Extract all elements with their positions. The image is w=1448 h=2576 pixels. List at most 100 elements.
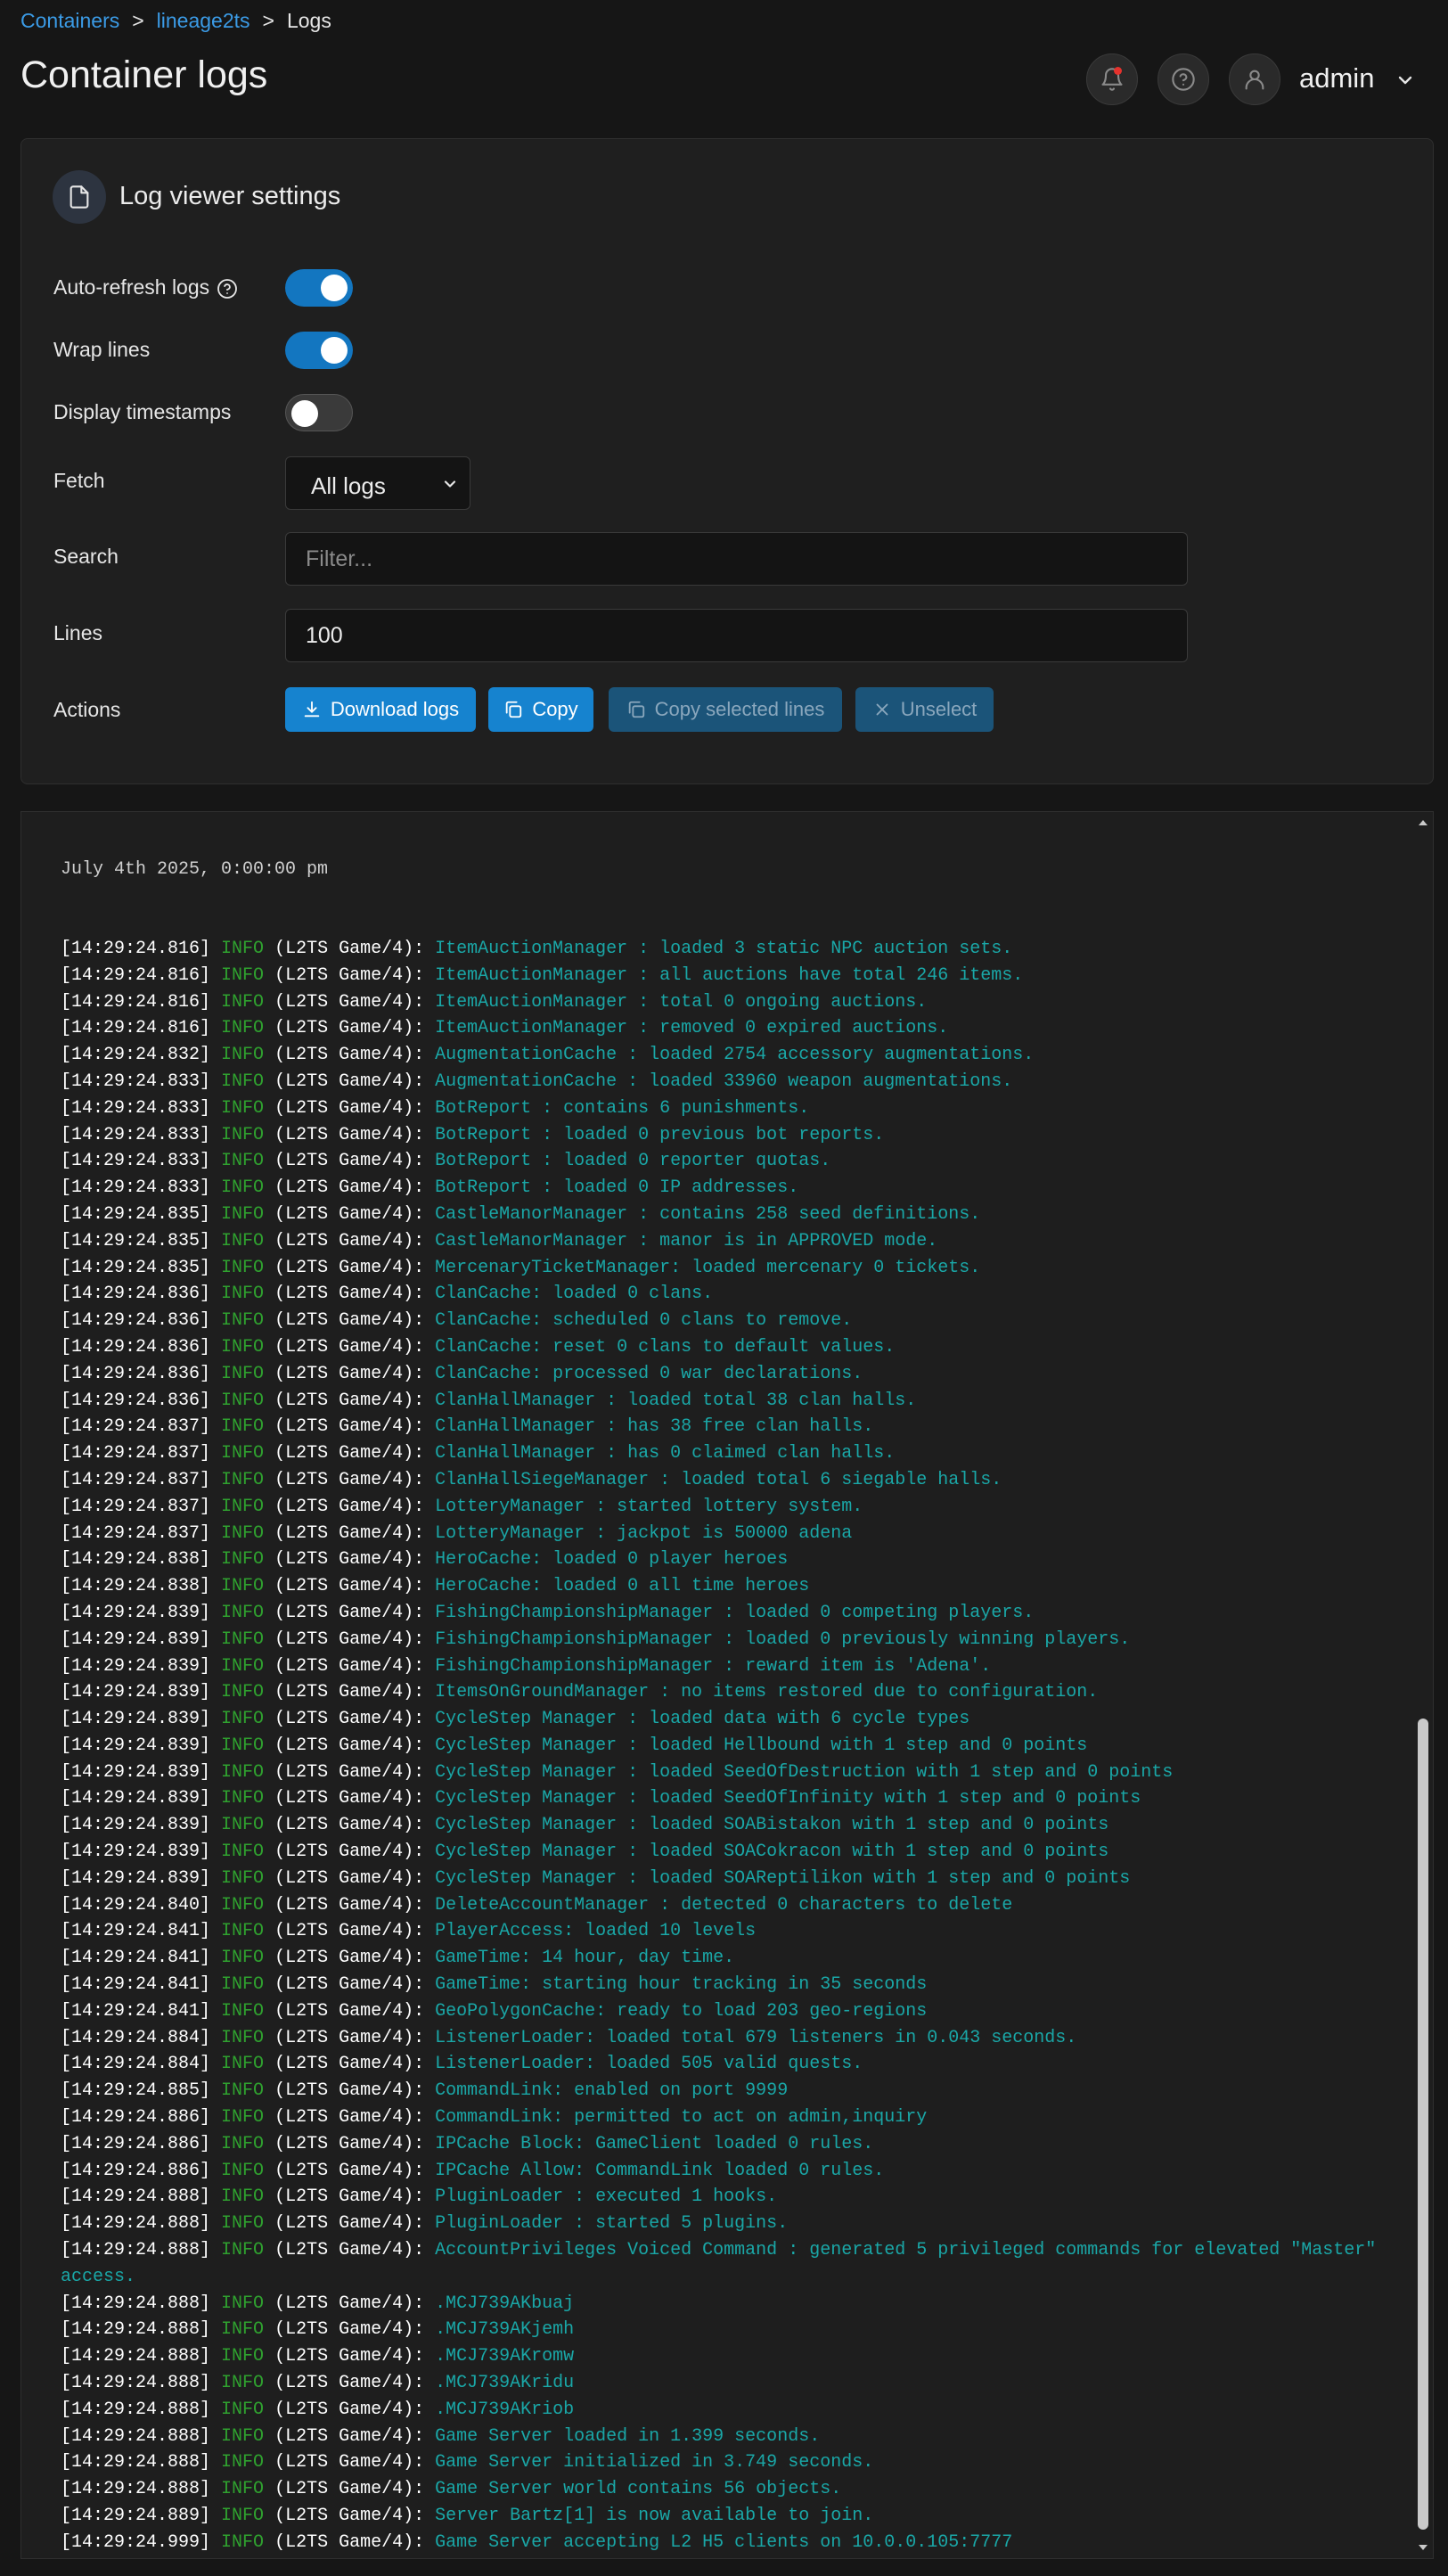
log-line[interactable]: [14:29:24.837] INFO (L2TS Game/4): ClanH…: [61, 1440, 1397, 1467]
log-line[interactable]: [14:29:24.841] INFO (L2TS Game/4): Playe…: [61, 1918, 1397, 1945]
notifications-button[interactable]: [1086, 53, 1138, 105]
log-line[interactable]: [14:29:24.839] INFO (L2TS Game/4): Cycle…: [61, 1760, 1397, 1786]
log-message: CycleStep Manager : loaded SOABistakon w…: [435, 1815, 1109, 1836]
log-line[interactable]: [14:29:24.888] INFO (L2TS Game/4): Game …: [61, 2424, 1397, 2450]
chevron-down-icon[interactable]: [1395, 70, 1416, 91]
copy-icon: [628, 701, 644, 718]
log-line[interactable]: [14:29:24.833] INFO (L2TS Game/4): BotRe…: [61, 1095, 1397, 1122]
log-line[interactable]: [14:29:24.841] INFO (L2TS Game/4): GameT…: [61, 1972, 1397, 1998]
log-message: CommandLink: enabled on port 9999: [435, 2080, 789, 2102]
log-line[interactable]: [14:29:24.841] INFO (L2TS Game/4): GameT…: [61, 1945, 1397, 1972]
log-level: INFO: [221, 1310, 265, 1332]
log-message: BotReport : loaded 0 previous bot report…: [435, 1124, 885, 1145]
log-level: INFO: [221, 1549, 265, 1571]
auto-refresh-toggle[interactable]: [285, 269, 353, 307]
log-line[interactable]: [14:29:24.888] INFO (L2TS Game/4): .MCJ7…: [61, 2317, 1397, 2343]
log-level: INFO: [221, 1177, 265, 1199]
log-line[interactable]: [14:29:24.835] INFO (L2TS Game/4): Castl…: [61, 1202, 1397, 1228]
log-line[interactable]: [14:29:24.837] INFO (L2TS Game/4): ClanH…: [61, 1467, 1397, 1494]
wrap-lines-toggle[interactable]: [285, 332, 353, 369]
unselect-button[interactable]: Unselect: [855, 687, 994, 732]
log-line[interactable]: [14:29:24.839] INFO (L2TS Game/4): Cycle…: [61, 1706, 1397, 1733]
log-timestamp: [14:29:24.837]: [61, 1496, 211, 1517]
download-logs-button[interactable]: Download logs: [285, 687, 476, 732]
breadcrumb-link-containers[interactable]: Containers: [20, 9, 119, 32]
log-line[interactable]: [14:29:24.839] INFO (L2TS Game/4): Cycle…: [61, 1812, 1397, 1839]
log-line[interactable]: [14:29:24.886] INFO (L2TS Game/4): IPCac…: [61, 2158, 1397, 2185]
log-line[interactable]: [14:29:24.836] INFO (L2TS Game/4): ClanC…: [61, 1308, 1397, 1334]
log-line[interactable]: [14:29:24.837] INFO (L2TS Game/4): Lotte…: [61, 1494, 1397, 1521]
log-line[interactable]: [14:29:24.886] INFO (L2TS Game/4): Comma…: [61, 2104, 1397, 2131]
scroll-down-arrow-icon[interactable]: [1416, 2540, 1430, 2555]
fetch-select[interactable]: All logs: [285, 456, 470, 510]
lines-input[interactable]: [285, 609, 1188, 662]
log-line[interactable]: [14:29:24.839] INFO (L2TS Game/4): Cycle…: [61, 1733, 1397, 1760]
log-line[interactable]: [14:29:24.816] INFO (L2TS Game/4): ItemA…: [61, 963, 1397, 989]
log-line[interactable]: [14:29:24.837] INFO (L2TS Game/4): Lotte…: [61, 1521, 1397, 1547]
log-line[interactable]: [14:29:24.833] INFO (L2TS Game/4): BotRe…: [61, 1175, 1397, 1202]
log-line[interactable]: [14:29:24.884] INFO (L2TS Game/4): Liste…: [61, 2051, 1397, 2078]
log-line[interactable]: [14:29:24.888] INFO (L2TS Game/4): .MCJ7…: [61, 2397, 1397, 2424]
log-line[interactable]: [14:29:24.839] INFO (L2TS Game/4): Fishi…: [61, 1627, 1397, 1653]
page-title: Container logs: [20, 53, 268, 96]
log-line[interactable]: [14:29:24.888] INFO (L2TS Game/4): Game …: [61, 2449, 1397, 2476]
log-source: (L2TS Game/4):: [274, 1522, 425, 1544]
log-line[interactable]: [14:29:24.835] INFO (L2TS Game/4): Castl…: [61, 1228, 1397, 1255]
log-timestamp: [14:29:24.888]: [61, 2373, 211, 2394]
log-line[interactable]: [14:29:24.888] INFO (L2TS Game/4): Plugi…: [61, 2211, 1397, 2237]
log-line[interactable]: [14:29:24.889] INFO (L2TS Game/4): Serve…: [61, 2503, 1397, 2530]
log-scrollbar[interactable]: [1413, 812, 1433, 2558]
search-input[interactable]: [285, 532, 1188, 586]
log-line[interactable]: [14:29:24.888] INFO (L2TS Game/4): .MCJ7…: [61, 2370, 1397, 2397]
copy-selected-lines-button[interactable]: Copy selected lines: [609, 687, 842, 732]
log-output[interactable]: July 4th 2025, 0:00:00 pm [14:29:24.816]…: [20, 811, 1434, 2559]
log-line[interactable]: [14:29:24.833] INFO (L2TS Game/4): BotRe…: [61, 1148, 1397, 1175]
log-line[interactable]: [14:29:24.840] INFO (L2TS Game/4): Delet…: [61, 1892, 1397, 1919]
log-line[interactable]: [14:29:24.836] INFO (L2TS Game/4): ClanC…: [61, 1361, 1397, 1388]
log-line[interactable]: [14:29:24.816] INFO (L2TS Game/4): ItemA…: [61, 989, 1397, 1016]
log-timestamp: [14:29:24.839]: [61, 1709, 211, 1730]
wrap-lines-label: Wrap lines: [53, 338, 151, 361]
log-line[interactable]: [14:29:24.888] INFO (L2TS Game/4): .MCJ7…: [61, 2291, 1397, 2318]
user-name[interactable]: admin: [1299, 62, 1374, 94]
log-line[interactable]: [14:29:24.838] INFO (L2TS Game/4): HeroC…: [61, 1546, 1397, 1573]
log-line[interactable]: [14:29:24.885] INFO (L2TS Game/4): Comma…: [61, 2078, 1397, 2104]
log-line[interactable]: [14:29:24.884] INFO (L2TS Game/4): Liste…: [61, 2025, 1397, 2052]
log-line[interactable]: [14:29:24.886] INFO (L2TS Game/4): IPCac…: [61, 2131, 1397, 2158]
log-line[interactable]: [14:29:24.888] INFO (L2TS Game/4): .MCJ7…: [61, 2343, 1397, 2370]
log-line[interactable]: [14:29:24.832] INFO (L2TS Game/4): Augme…: [61, 1042, 1397, 1069]
log-line[interactable]: [14:29:24.888] INFO (L2TS Game/4): Accou…: [61, 2237, 1397, 2291]
log-line[interactable]: [14:29:24.833] INFO (L2TS Game/4): BotRe…: [61, 1122, 1397, 1149]
log-line[interactable]: [14:29:24.836] INFO (L2TS Game/4): ClanH…: [61, 1388, 1397, 1415]
scroll-thumb[interactable]: [1418, 1719, 1428, 2530]
log-line[interactable]: [14:29:24.839] INFO (L2TS Game/4): Fishi…: [61, 1653, 1397, 1680]
help-circle-icon[interactable]: [217, 278, 238, 299]
log-source: (L2TS Game/4):: [274, 2373, 425, 2394]
user-avatar-button[interactable]: [1229, 53, 1280, 105]
log-line[interactable]: [14:29:24.839] INFO (L2TS Game/4): Cycle…: [61, 1785, 1397, 1812]
breadcrumb-link-container[interactable]: lineage2ts: [157, 9, 250, 32]
log-line[interactable]: [14:29:24.839] INFO (L2TS Game/4): Fishi…: [61, 1600, 1397, 1627]
log-timestamp: [14:29:24.839]: [61, 1842, 211, 1863]
log-line[interactable]: [14:29:24.836] INFO (L2TS Game/4): ClanC…: [61, 1334, 1397, 1361]
log-line[interactable]: [14:29:24.816] INFO (L2TS Game/4): ItemA…: [61, 936, 1397, 963]
scroll-up-arrow-icon[interactable]: [1416, 816, 1430, 830]
log-line[interactable]: [14:29:24.888] INFO (L2TS Game/4): Plugi…: [61, 2184, 1397, 2211]
log-line[interactable]: [14:29:24.999] INFO (L2TS Game/4): Game …: [61, 2530, 1397, 2556]
log-message: Game Server loaded in 1.399 seconds.: [435, 2425, 821, 2447]
log-line[interactable]: [14:29:24.836] INFO (L2TS Game/4): ClanC…: [61, 1281, 1397, 1308]
display-timestamps-toggle[interactable]: [285, 394, 353, 431]
log-line[interactable]: [14:29:24.838] INFO (L2TS Game/4): HeroC…: [61, 1573, 1397, 1600]
log-line[interactable]: [14:29:24.839] INFO (L2TS Game/4): Items…: [61, 1679, 1397, 1706]
log-line[interactable]: [14:29:24.839] INFO (L2TS Game/4): Cycle…: [61, 1839, 1397, 1866]
log-message: Game Server initialized in 3.749 seconds…: [435, 2452, 874, 2473]
log-line[interactable]: [14:29:24.833] INFO (L2TS Game/4): Augme…: [61, 1069, 1397, 1095]
log-line[interactable]: [14:29:24.835] INFO (L2TS Game/4): Merce…: [61, 1255, 1397, 1282]
copy-button[interactable]: Copy: [488, 687, 593, 732]
log-line[interactable]: [14:29:24.888] INFO (L2TS Game/4): Game …: [61, 2476, 1397, 2503]
log-line[interactable]: [14:29:24.839] INFO (L2TS Game/4): Cycle…: [61, 1866, 1397, 1892]
log-line[interactable]: [14:29:24.816] INFO (L2TS Game/4): ItemA…: [61, 1015, 1397, 1042]
log-line[interactable]: [14:29:24.841] INFO (L2TS Game/4): GeoPo…: [61, 1998, 1397, 2025]
help-button[interactable]: [1158, 53, 1209, 105]
log-line[interactable]: [14:29:24.837] INFO (L2TS Game/4): ClanH…: [61, 1414, 1397, 1440]
